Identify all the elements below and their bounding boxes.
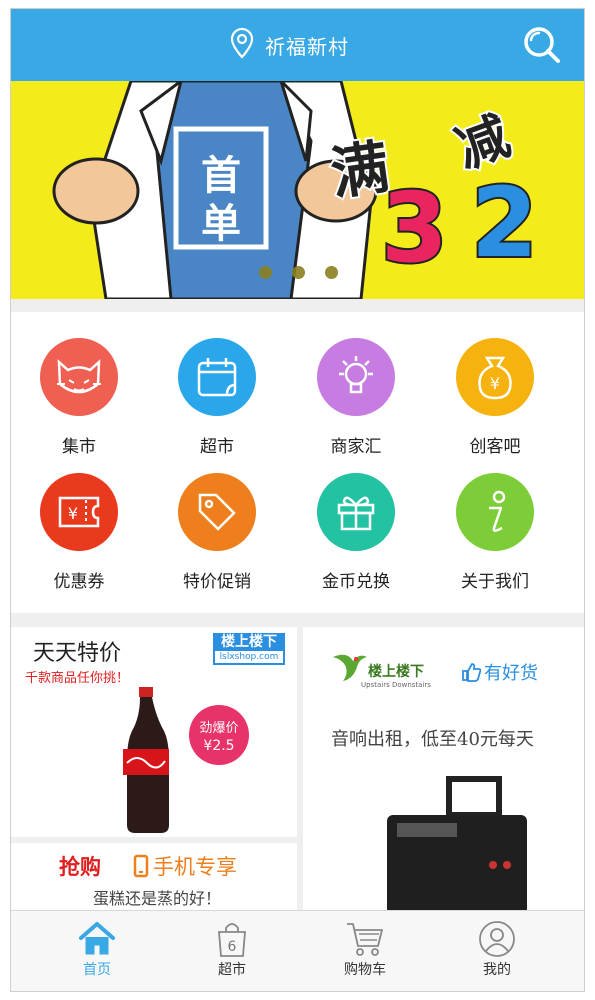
gift-icon [317,473,395,551]
speaker-rental-desc: 音响出租，低至40元每天 [331,729,534,750]
svg-text:¥: ¥ [490,374,500,393]
category-supermarket[interactable]: 超市 [157,338,277,457]
user-icon [447,919,547,959]
category-about[interactable]: 关于我们 [435,473,555,592]
phone-icon [133,854,149,878]
daily-deal-card[interactable]: 天天特价 千款商品任你挑！ 楼上楼下 lslxshop.com 劲爆价 ¥2.5 [11,627,297,837]
thumbs-up-icon [462,663,481,682]
svg-text:¥: ¥ [68,504,78,523]
good-stuff-label: 有好货 [461,659,538,685]
category-coin-exchange[interactable]: 金币兑换 [296,473,416,592]
category-merchants[interactable]: 商家汇 [296,338,416,457]
mobile-exclusive-label: 手机专享 [133,851,237,881]
carousel-dot[interactable] [325,266,338,279]
category-market[interactable]: 集市 [19,338,139,457]
badge-text-1: 首 [201,153,241,199]
carousel-dot[interactable] [292,266,305,279]
carousel-indicator [259,266,338,279]
category-maker[interactable]: ¥ 创客吧 [435,338,555,457]
category-label: 集市 [62,437,96,457]
category-label: 创客吧 [469,437,521,457]
brand-logo: 楼上楼下 lslxshop.com [213,633,285,665]
app-screen: 祈福新村 首 单 满 减 3 2 集市 超市 商家汇 ¥ 创客吧 ¥ 优惠券 特… [10,8,585,992]
flash-sale-card[interactable]: 抢购 手机专享 蛋糕还是蒸的好！ [11,843,297,912]
cat-icon [40,338,118,416]
category-label: 优惠券 [53,572,105,592]
category-label: 商家汇 [330,437,382,457]
tab-cart[interactable]: 购物车 [315,919,415,979]
tab-supermarket[interactable]: 6 超市 [182,919,282,979]
calendar-icon [178,338,256,416]
search-icon[interactable] [522,25,562,65]
tab-label: 我的 [483,962,511,978]
tab-home[interactable]: 首页 [47,919,147,979]
tab-label: 购物车 [344,962,386,978]
category-specials[interactable]: 特价促销 [157,473,277,592]
coupon-icon: ¥ [40,473,118,551]
badge-text-2: 单 [201,201,241,247]
speaker-rental-card[interactable]: 楼上楼下 Upstairs Downstairs 有好货 音响出租，低至40元每… [303,627,584,912]
speaker-image [387,776,527,912]
category-label: 超市 [200,437,234,457]
promo-number-1: 3 [381,172,448,284]
tab-label: 首页 [83,962,111,978]
home-icon [47,919,147,959]
flash-sale-desc: 蛋糕还是蒸的好！ [93,889,222,908]
top-bar: 祈福新村 [11,9,584,81]
category-grid: 集市 超市 商家汇 ¥ 创客吧 ¥ 优惠券 特价促销 金币兑换 关于我们 [11,312,584,613]
brand-logo-secondary: 楼上楼下 Upstairs Downstairs [361,664,431,689]
map-pin-icon [229,27,255,63]
category-label: 关于我们 [461,572,529,592]
location-name: 祈福新村 [265,34,349,59]
category-label: 特价促销 [183,572,251,592]
cola-bottle-image [123,687,169,833]
tag-icon [178,473,256,551]
tab-profile[interactable]: 我的 [447,919,547,979]
promo-number-2: 2 [471,167,538,279]
promo-cards: 天天特价 千款商品任你挑！ 楼上楼下 lslxshop.com 劲爆价 ¥2.5 [11,627,584,912]
price-badge: 劲爆价 ¥2.5 [189,705,249,765]
info-icon [456,473,534,551]
daily-deal-title: 天天特价 [33,641,122,666]
daily-deal-subtitle: 千款商品任你挑！ [25,671,130,686]
cart-icon [315,919,415,959]
tab-label: 超市 [218,962,246,978]
category-label: 金币兑换 [322,572,390,592]
location-selector[interactable]: 祈福新村 [229,27,349,63]
promo-banner[interactable]: 首 单 满 减 3 2 [11,81,584,299]
carousel-dot[interactable] [259,266,272,279]
flash-sale-title: 抢购 [59,855,101,879]
lightbulb-icon [317,338,395,416]
money-bag-icon: ¥ [456,338,534,416]
shopping-bag-icon: 6 [182,919,282,959]
bag-badge: 6 [228,939,237,955]
bottom-tab-bar: 首页 6 超市 购物车 我的 [11,910,584,991]
category-coupons[interactable]: ¥ 优惠券 [19,473,139,592]
